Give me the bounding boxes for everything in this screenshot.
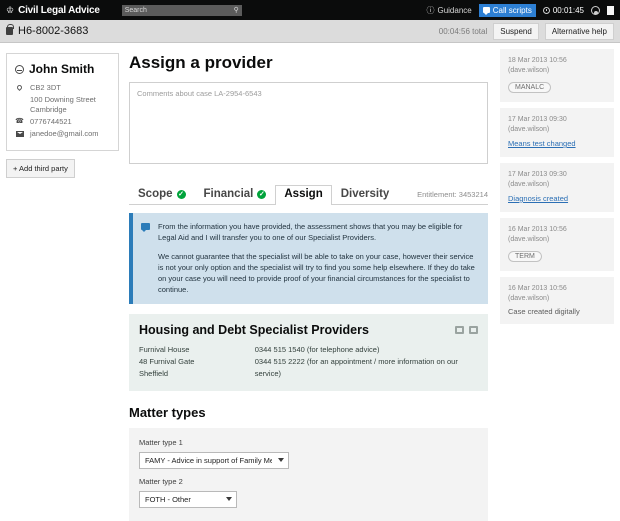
location-pin-icon [15,83,24,92]
case-reference: H6-8002-3683 [18,25,89,37]
provider-phone-line-1: 0344 515 1540 (for telephone advice) [254,345,380,354]
email-provider-icon[interactable] [455,326,464,334]
lock-icon [6,24,14,35]
search-icon: ⚲ [233,7,239,14]
timeline-link[interactable]: Diagnosis created [508,193,606,204]
question-circle-icon: ⓘ [426,5,435,15]
list-item[interactable]: 18 Mar 2013 10:56 (dave.wilson) MANALC [500,49,614,102]
page-title: Assign a provider [129,53,273,72]
provider-title: Housing and Debt Specialist Providers [139,323,369,337]
session-timer: 00:01:45 [542,5,584,15]
tab-assign[interactable]: Assign [275,185,332,205]
call-scripts-button[interactable]: Call scripts [478,3,536,17]
alternative-help-button[interactable]: Alternative help [544,22,614,40]
provider-phone-line-2: 0344 515 2222 (for an appointment / more… [254,357,458,378]
customer-address-line: 100 Downing Street [30,95,96,104]
call-scripts-label: Call scripts [492,5,532,15]
matter-types-panel: Matter type 1 FAMY - Advice in support o… [129,428,488,521]
customer-card: John Smith CB2 3DT 100 Downing Street Ca… [6,53,119,151]
tab-diversity[interactable]: Diversity [332,185,399,204]
info-paragraph-1: From the information you have provided, … [158,222,463,242]
list-item[interactable]: 16 Mar 2013 10:56 (dave.wilson) TERM [500,218,614,271]
case-timeline-sidebar: 18 Mar 2013 10:56 (dave.wilson) MANALC 1… [500,43,620,521]
brand-name: Civil Legal Advice [18,4,100,16]
provider-phones: 0344 515 1540 (for telephone advice) 034… [255,344,478,380]
matter-type-1-label: Matter type 1 [139,438,183,447]
add-third-party-button[interactable]: + Add third party [6,159,75,178]
main-content: Assign a provider Scope ✓ Financial ✓ As… [125,43,500,521]
provider-address-line-2: 48 Furnival Gate [139,357,195,366]
entitlement-label: Entitlement: 3453214 [417,190,488,199]
suspend-button[interactable]: Suspend [493,22,539,40]
case-comments-textarea[interactable] [129,82,488,164]
info-paragraph-2: We cannot guarantee that the specialist … [158,252,475,294]
timeline-link[interactable]: Means test changed [508,138,606,149]
crown-icon: ♔ [6,4,15,15]
user-avatar-icon[interactable] [591,5,600,15]
timeline-text: Case created digitally [508,307,580,316]
customer-city: Cambridge [30,105,67,114]
person-icon [15,64,24,74]
customer-phone: 0776744521 [30,117,72,126]
list-item[interactable]: 16 Mar 2013 10:56 (dave.wilson) Case cre… [500,277,614,324]
matter-types-heading: Matter types [129,405,206,420]
top-navigation-bar: ♔ Civil Legal Advice Search ⚲ ⓘ Guidance… [0,0,620,20]
customer-email: janedoe@gmail.com [30,129,99,138]
timeline-meta: 16 Mar 2013 10:56 (dave.wilson) [508,226,567,243]
envelope-icon [15,129,24,137]
customer-postcode: CB2 3DT [30,83,61,92]
search-input[interactable]: Search ⚲ [121,4,242,16]
speech-bubble-icon [141,223,150,232]
tab-financial[interactable]: Financial ✓ [195,185,276,204]
clock-icon [542,6,550,14]
customer-sidebar: John Smith CB2 3DT 100 Downing Street Ca… [0,43,125,521]
tab-financial-label: Financial [203,188,254,200]
check-circle-icon: ✓ [257,189,267,199]
timeline-meta: 17 Mar 2013 09:30 (dave.wilson) [508,171,567,188]
speech-bubble-icon [482,7,490,15]
assessment-tabs: Scope ✓ Financial ✓ Assign Diversity Ent… [129,183,488,205]
check-circle-icon: ✓ [176,189,186,199]
total-time-label: 00:04:56 total [438,26,488,36]
provider-address-line-1: Furnival House [139,345,190,354]
timeline-meta: 16 Mar 2013 10:56 (dave.wilson) [508,285,567,302]
search-placeholder-text: Search [124,6,147,14]
matter-type-2-label: Matter type 2 [139,477,183,486]
list-item[interactable]: 17 Mar 2013 09:30 (dave.wilson) Means te… [500,108,614,157]
brand-logo[interactable]: ♔ Civil Legal Advice [6,5,100,16]
status-badge: MANALC [508,82,552,93]
print-provider-icon[interactable] [469,326,478,334]
guidance-button[interactable]: ⓘ Guidance [426,5,471,16]
case-header-bar: H6-8002-3683 00:04:56 total Suspend Alte… [0,20,620,43]
guidance-label: Guidance [437,5,472,15]
matter-type-1-select[interactable]: FAMY - Advice in support of Family Media… [139,452,289,469]
provider-details-panel: Housing and Debt Specialist Providers Fu… [129,314,488,391]
phone-icon: ☎ [15,118,24,125]
matter-type-2-select[interactable]: FOTH - Other [139,491,237,508]
customer-name: John Smith [29,62,95,76]
tab-scope[interactable]: Scope ✓ [129,185,195,204]
timeline-meta: 18 Mar 2013 10:56 (dave.wilson) [508,57,567,74]
tab-diversity-label: Diversity [340,188,390,200]
timeline-meta: 17 Mar 2013 09:30 (dave.wilson) [508,116,567,133]
flag-icon[interactable] [607,5,614,15]
provider-address-line-3: Sheffield [139,369,169,378]
list-item[interactable]: 17 Mar 2013 09:30 (dave.wilson) Diagnosi… [500,163,614,212]
tab-scope-label: Scope [138,188,173,200]
status-badge: TERM [508,251,542,262]
eligibility-info-panel: From the information you have provided, … [129,213,488,304]
session-timer-value: 00:01:45 [552,5,584,15]
tab-assign-label: Assign [284,188,323,200]
timeline-list: 18 Mar 2013 10:56 (dave.wilson) MANALC 1… [500,49,614,330]
provider-address: Furnival House 48 Furnival Gate Sheffiel… [139,344,255,380]
page-layout: John Smith CB2 3DT 100 Downing Street Ca… [0,43,620,521]
